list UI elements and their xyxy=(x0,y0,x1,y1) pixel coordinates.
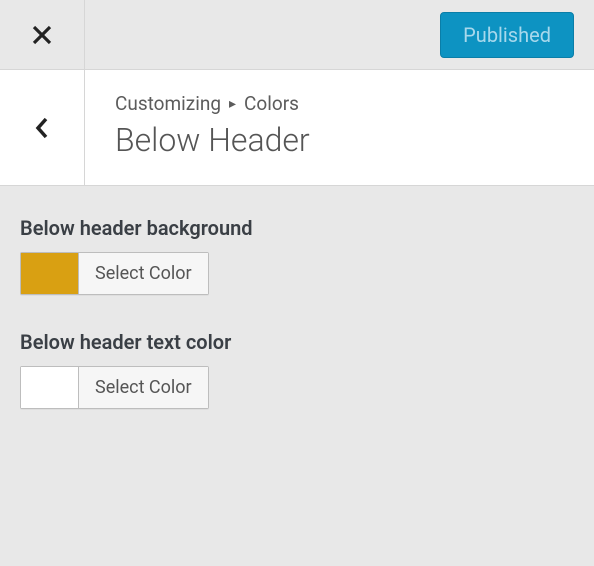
color-swatch[interactable] xyxy=(21,253,79,294)
control-below-header-text-color: Below header text color Select Color xyxy=(20,330,574,412)
color-swatch[interactable] xyxy=(21,367,79,408)
close-button[interactable] xyxy=(0,0,85,69)
topbar: Published xyxy=(0,0,594,70)
section-header: Customizing ▸ Colors Below Header xyxy=(0,70,594,186)
select-color-button[interactable]: Select Color xyxy=(79,367,208,408)
close-icon xyxy=(31,24,53,46)
header-text: Customizing ▸ Colors Below Header xyxy=(85,70,334,185)
chevron-left-icon xyxy=(33,115,51,141)
breadcrumb-root: Customizing xyxy=(115,92,221,115)
controls-area: Below header background Select Color Bel… xyxy=(0,186,594,474)
topbar-spacer xyxy=(85,0,440,69)
back-button[interactable] xyxy=(0,70,85,185)
breadcrumb: Customizing ▸ Colors xyxy=(115,92,310,115)
breadcrumb-parent[interactable]: Colors xyxy=(244,92,299,115)
control-below-header-background: Below header background Select Color xyxy=(20,216,574,298)
page-title: Below Header xyxy=(115,121,310,159)
color-picker-row: Select Color xyxy=(20,366,209,409)
select-color-button[interactable]: Select Color xyxy=(79,253,208,294)
breadcrumb-separator-icon: ▸ xyxy=(229,96,236,112)
control-label: Below header text color xyxy=(20,330,574,354)
publish-wrap: Published xyxy=(440,0,594,69)
publish-button[interactable]: Published xyxy=(440,12,574,58)
color-picker-row: Select Color xyxy=(20,252,209,295)
control-label: Below header background xyxy=(20,216,574,240)
